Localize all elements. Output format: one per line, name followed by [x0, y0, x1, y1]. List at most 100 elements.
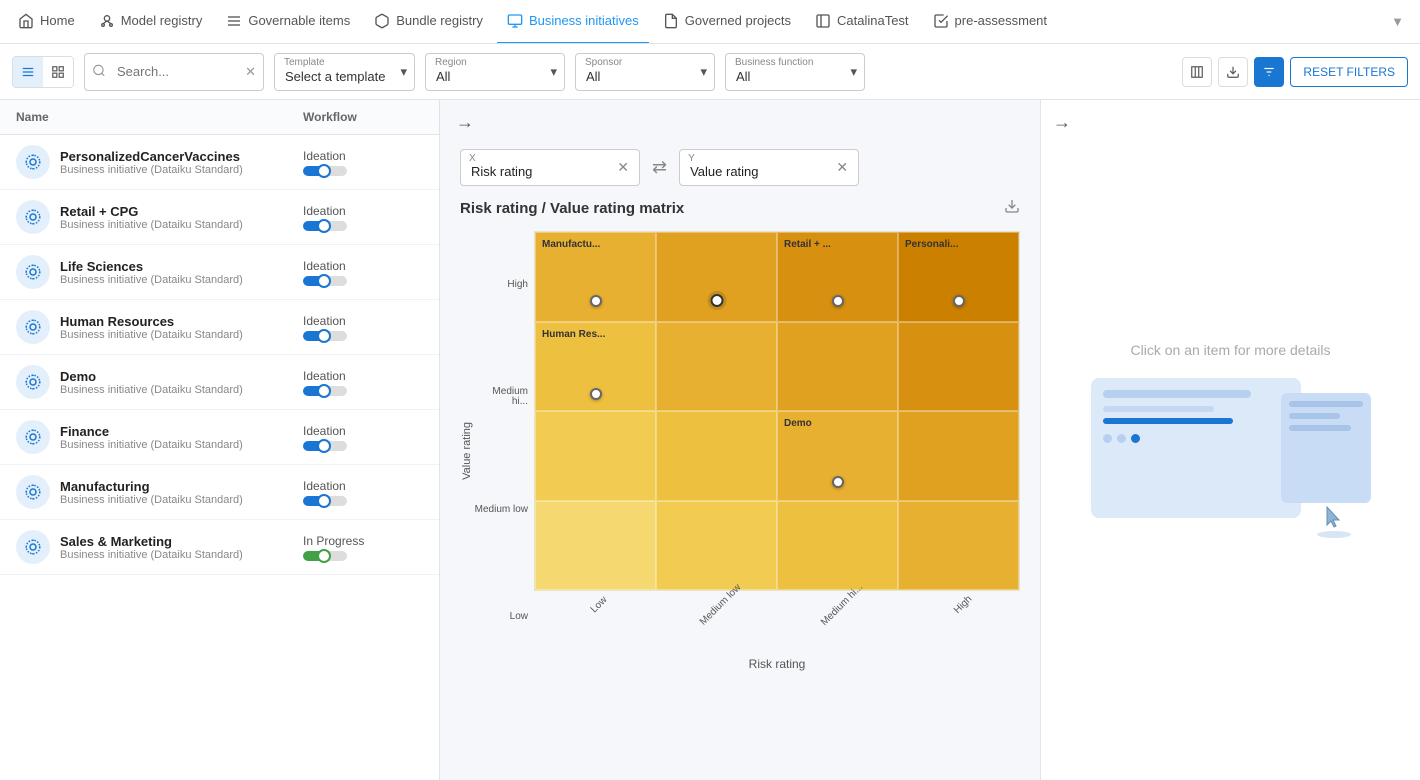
nav-bundle-registry[interactable]: Bundle registry: [364, 0, 493, 44]
preview-side-line-1: [1289, 401, 1363, 407]
nav-governed-projects[interactable]: Governed projects: [653, 0, 801, 44]
workflow-label-7: In Progress: [303, 534, 423, 548]
swap-axes-icon[interactable]: ⇄: [652, 157, 667, 178]
download-matrix-icon[interactable]: [1004, 198, 1020, 219]
toggle-0[interactable]: [303, 166, 347, 176]
list-item[interactable]: Finance Business initiative (Dataiku Sta…: [0, 410, 439, 465]
item-sub-4: Business initiative (Dataiku Standard): [60, 384, 303, 396]
toggle-7[interactable]: [303, 551, 347, 561]
dot-selected[interactable]: [710, 294, 723, 307]
x-axis-selector[interactable]: X Risk rating ✕: [460, 149, 640, 186]
dot-label-demo: Demo: [784, 418, 812, 429]
axis-selectors: X Risk rating ✕ ⇄ Y Value rating ✕: [440, 133, 1040, 194]
item-workflow-1: Ideation: [303, 204, 423, 231]
nav-governable-items[interactable]: Governable items: [216, 0, 360, 44]
dot-retail[interactable]: [832, 295, 844, 307]
matrix-title-text: Risk rating / Value rating matrix: [460, 200, 684, 217]
y-tick-low: Low: [474, 612, 528, 622]
item-icon-1: [16, 200, 50, 234]
workflow-label-4: Ideation: [303, 369, 423, 383]
nav-more-button[interactable]: ▼: [1383, 14, 1412, 29]
preview-line-highlight: [1103, 418, 1233, 424]
item-workflow-6: Ideation: [303, 479, 423, 506]
x-tick-high: High: [952, 594, 998, 640]
y-axis-clear-icon[interactable]: ✕: [836, 159, 848, 176]
preview-card-side: [1281, 393, 1371, 503]
list-item[interactable]: Manufacturing Business initiative (Datai…: [0, 465, 439, 520]
preview-dots-row: [1103, 434, 1289, 443]
dot-manufacturing[interactable]: [590, 295, 602, 307]
item-sub-7: Business initiative (Dataiku Standard): [60, 549, 303, 561]
x-axis-label: Risk rating: [534, 656, 1020, 671]
item-name-7: Sales & Marketing: [60, 534, 303, 549]
reset-filters-button[interactable]: RESET FILTERS: [1290, 57, 1408, 87]
business-function-select[interactable]: All: [725, 53, 865, 91]
matrix-grid: Manufactu... Retail + ... P: [534, 231, 1020, 671]
y-axis-selector[interactable]: Y Value rating ✕: [679, 149, 859, 186]
item-icon-3: [16, 310, 50, 344]
toggle-5[interactable]: [303, 441, 347, 451]
columns-icon-button[interactable]: [1182, 57, 1212, 87]
items-list-panel: Name Workflow PersonalizedCancerVaccines…: [0, 100, 440, 780]
grid-view-button[interactable]: [43, 57, 73, 87]
y-axis-label-tag: Y: [688, 153, 695, 164]
region-select[interactable]: All: [425, 53, 565, 91]
y-tick-medlow: Medium low: [474, 505, 528, 515]
x-tick-low: Low: [588, 595, 633, 640]
toggle-6[interactable]: [303, 496, 347, 506]
dot-demo[interactable]: [832, 476, 844, 488]
cursor-icon: [1323, 505, 1351, 538]
nav-business-initiatives[interactable]: Business initiatives: [497, 0, 649, 44]
dot-label-manufactu: Manufactu...: [542, 239, 600, 250]
sponsor-filter: Sponsor All ▾: [575, 53, 715, 91]
preview-dot-2: [1117, 434, 1126, 443]
item-workflow-2: Ideation: [303, 259, 423, 286]
list-item[interactable]: Human Resources Business initiative (Dat…: [0, 300, 439, 355]
dot-label-humanres: Human Res...: [542, 329, 605, 340]
list-item[interactable]: Sales & Marketing Business initiative (D…: [0, 520, 439, 575]
list-item[interactable]: PersonalizedCancerVaccines Business init…: [0, 135, 439, 190]
template-select[interactable]: Select a template: [274, 53, 415, 91]
item-info-6: Manufacturing Business initiative (Datai…: [60, 479, 303, 506]
x-axis-clear-icon[interactable]: ✕: [617, 159, 629, 176]
nav-pre-assessment[interactable]: pre-assessment: [923, 0, 1057, 44]
list-item[interactable]: Retail + CPG Business initiative (Dataik…: [0, 190, 439, 245]
item-icon-2: [16, 255, 50, 289]
expand-right-icon[interactable]: →: [1053, 112, 1071, 133]
sponsor-select[interactable]: All: [575, 53, 715, 91]
item-workflow-4: Ideation: [303, 369, 423, 396]
search-clear-icon[interactable]: ✕: [245, 64, 256, 80]
toggle-1[interactable]: [303, 221, 347, 231]
nav-model-registry[interactable]: Model registry: [89, 0, 213, 44]
workflow-label-6: Ideation: [303, 479, 423, 493]
workflow-label-5: Ideation: [303, 424, 423, 438]
item-sub-5: Business initiative (Dataiku Standard): [60, 439, 303, 451]
list-item[interactable]: Life Sciences Business initiative (Datai…: [0, 245, 439, 300]
item-info-4: Demo Business initiative (Dataiku Standa…: [60, 369, 303, 396]
dot-human-resources[interactable]: [590, 388, 602, 400]
x-ticks: Low Medium low Medium hi... High: [534, 591, 1020, 646]
preview-dot-1: [1103, 434, 1112, 443]
item-name-4: Demo: [60, 369, 303, 384]
list-item[interactable]: Demo Business initiative (Dataiku Standa…: [0, 355, 439, 410]
preview-side-line-3: [1289, 425, 1352, 431]
search-icon: [92, 63, 106, 80]
business-function-filter: Business function All ▾: [725, 53, 865, 91]
item-workflow-5: Ideation: [303, 424, 423, 451]
nav-home[interactable]: Home: [8, 0, 85, 44]
filter-active-icon-button[interactable]: [1254, 57, 1284, 87]
item-name-1: Retail + CPG: [60, 204, 303, 219]
item-info-3: Human Resources Business initiative (Dat…: [60, 314, 303, 341]
download-icon-button[interactable]: [1218, 57, 1248, 87]
dot-personalized[interactable]: [953, 295, 965, 307]
toggle-3[interactable]: [303, 331, 347, 341]
item-info-1: Retail + CPG Business initiative (Dataik…: [60, 204, 303, 231]
expand-left-icon[interactable]: →: [456, 112, 474, 133]
item-name-2: Life Sciences: [60, 259, 303, 274]
toggle-4[interactable]: [303, 386, 347, 396]
nav-catalina-test[interactable]: CatalinaTest: [805, 0, 919, 44]
toggle-2[interactable]: [303, 276, 347, 286]
toolbar-icons: RESET FILTERS: [1182, 57, 1408, 87]
search-input[interactable]: [84, 53, 264, 91]
list-view-button[interactable]: [13, 57, 43, 87]
